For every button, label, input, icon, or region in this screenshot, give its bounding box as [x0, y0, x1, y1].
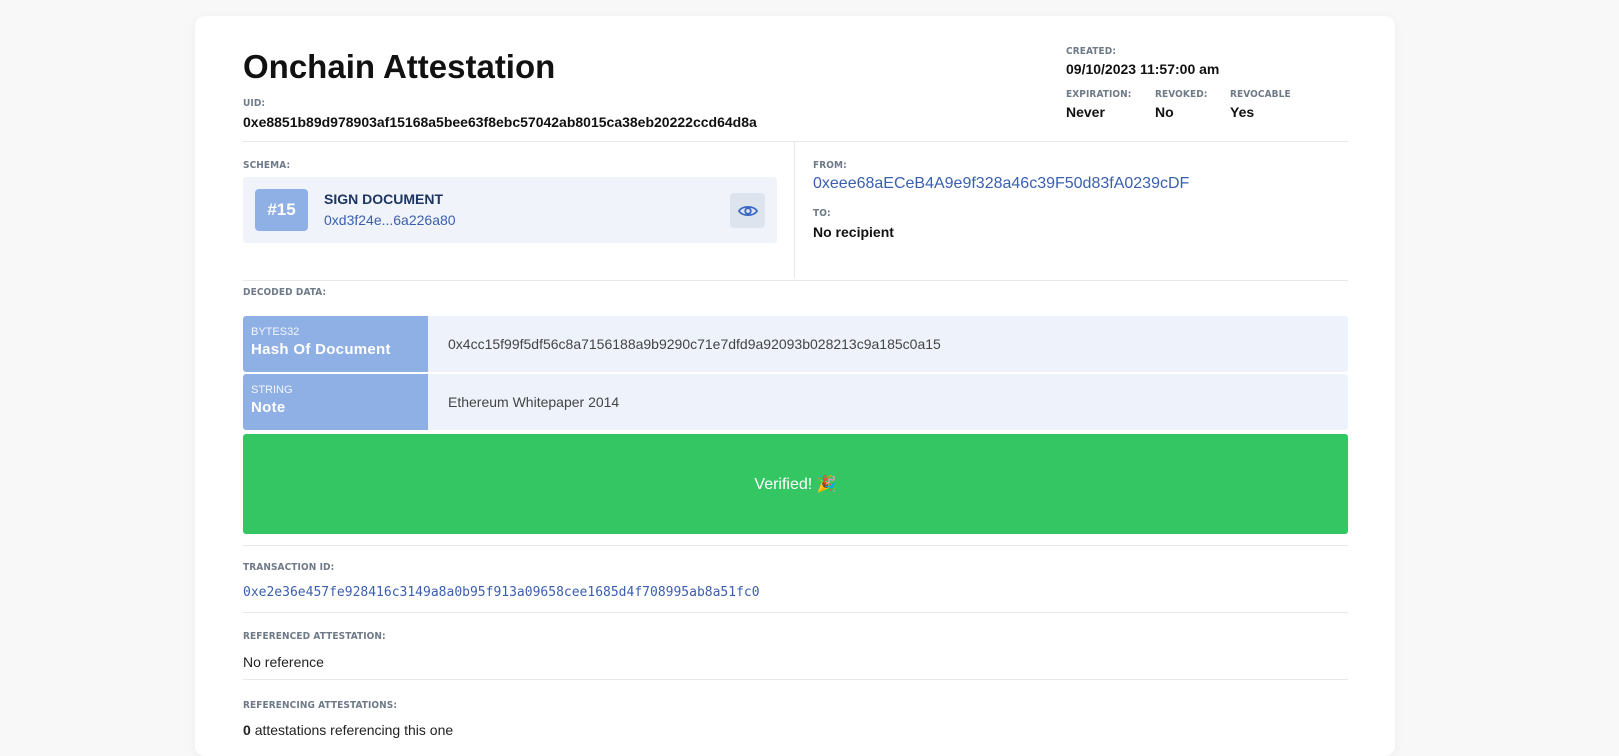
divider — [243, 679, 1348, 680]
uid-label: UID: — [243, 98, 266, 109]
decoded-data-label: DECODED DATA: — [243, 287, 327, 298]
divider — [243, 545, 1348, 546]
view-schema-button[interactable] — [730, 193, 765, 228]
field-type: STRING — [251, 384, 293, 396]
referencing-suffix: attestations referencing this one — [254, 722, 454, 738]
divider — [243, 141, 1348, 142]
from-address-link[interactable]: 0xeee68aECeB4A9e9f328a46c39F50d83fA0239c… — [813, 175, 1189, 193]
referencing-attestations-value: 0 attestations referencing this one — [243, 722, 453, 738]
schema-card[interactable]: #15 SIGN DOCUMENT 0xd3f24e...6a226a80 — [243, 177, 777, 243]
uid-value: 0xe8851b89d978903af15168a5bee63f8ebc5704… — [243, 114, 757, 130]
referenced-attestation-label: REFERENCED ATTESTATION: — [243, 631, 386, 642]
vertical-divider — [794, 141, 795, 278]
divider — [243, 612, 1348, 613]
verified-text: Verified! 🎉 — [754, 476, 837, 493]
field-name: Note — [251, 399, 286, 416]
referencing-attestations-label: REFERENCING ATTESTATIONS: — [243, 700, 398, 711]
created-group: CREATED: 09/10/2023 11:57:00 am — [1066, 46, 1219, 79]
from-label: FROM: — [813, 160, 847, 171]
created-value: 09/10/2023 11:57:00 am — [1066, 61, 1220, 77]
field-value: Ethereum Whitepaper 2014 — [428, 374, 1348, 430]
field-value: 0x4cc15f99f5df56c8a7156188a9b9290c71e7df… — [428, 316, 1348, 372]
divider — [243, 280, 1348, 281]
page-title: Onchain Attestation — [243, 48, 556, 85]
decoded-field-key: STRING Note — [243, 374, 428, 430]
revocable-value: Yes — [1230, 104, 1255, 120]
decoded-row: BYTES32 Hash Of Document 0x4cc15f99f5df5… — [243, 316, 1348, 372]
transaction-id-link[interactable]: 0xe2e36e457fe928416c3149a8a0b95f913a0965… — [243, 585, 760, 600]
expiration-label: EXPIRATION: — [1066, 89, 1132, 100]
transaction-id-label: TRANSACTION ID: — [243, 562, 335, 573]
schema-name: SIGN DOCUMENT — [324, 191, 443, 207]
expiration-group: EXPIRATION: Never — [1066, 89, 1132, 122]
revocable-group: REVOCABLE Yes — [1230, 89, 1291, 122]
revoked-value: No — [1155, 104, 1174, 120]
to-label: TO: — [813, 208, 831, 219]
schema-number-badge: #15 — [255, 189, 308, 231]
referencing-count: 0 — [243, 722, 251, 738]
expiration-value: Never — [1066, 104, 1105, 120]
created-label: CREATED: — [1066, 46, 1117, 57]
decoded-row: STRING Note Ethereum Whitepaper 2014 — [243, 374, 1348, 430]
revoked-group: REVOKED: No — [1155, 89, 1208, 122]
field-type: BYTES32 — [251, 326, 300, 338]
referenced-attestation-value: No reference — [243, 654, 324, 670]
schema-address-link[interactable]: 0xd3f24e...6a226a80 — [324, 212, 456, 228]
eye-icon — [737, 205, 758, 216]
revocable-label: REVOCABLE — [1230, 89, 1291, 100]
revoked-label: REVOKED: — [1155, 89, 1208, 100]
to-value: No recipient — [813, 224, 894, 240]
schema-label: SCHEMA: — [243, 160, 291, 171]
field-name: Hash Of Document — [251, 341, 391, 358]
attestation-card: Onchain Attestation UID: 0xe8851b89d9789… — [195, 16, 1395, 756]
verified-banner: Verified! 🎉 — [243, 434, 1348, 534]
decoded-field-key: BYTES32 Hash Of Document — [243, 316, 428, 372]
